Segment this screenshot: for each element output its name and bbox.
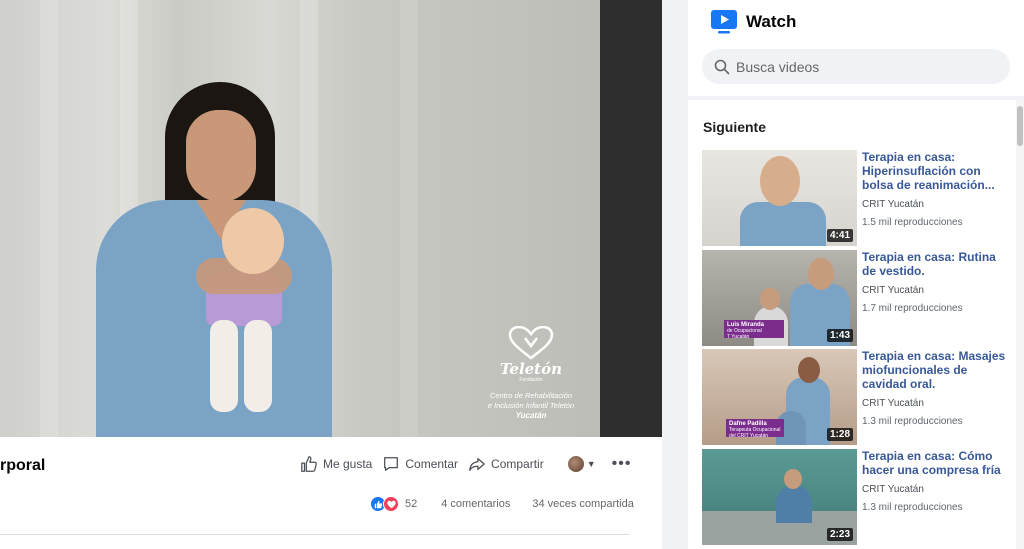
video-thumbnail[interactable]: 4:41 [702,150,857,246]
presenter-face [186,110,256,202]
like-label: Me gusta [323,457,373,471]
heart-logo-icon [508,326,554,360]
comment-icon [384,457,399,471]
video-thumbnail[interactable]: 2:23 [702,449,857,545]
thumb-figure-head [760,156,800,206]
logo-sub: Fundación [519,377,543,383]
more-options-icon[interactable]: ••• [612,455,632,473]
share-label: Compartir [491,457,544,471]
video-title-link[interactable]: Terapia en casa: Rutina de vestido. [862,250,1012,278]
video-views: 1.7 mil reproducciones [862,303,963,314]
sidebar-scrollbar[interactable] [1016,100,1024,549]
caption-org: T Yucatán [727,334,750,340]
thumb-figure-head [784,469,802,489]
video-info-bar: rporal Me gusta Comentar Compartir ▼ ••• [0,437,662,549]
video-letterbox [600,0,662,437]
video-duration: 1:43 [826,329,853,342]
up-next-video[interactable]: 4:41 Terapia en casa: Hiperinsuflación c… [702,150,1014,246]
search-videos-input[interactable] [736,58,996,75]
video-thumbnail[interactable]: Luis Miranda de Ocupacional T Yucatán 1:… [702,250,857,346]
up-next-panel: Siguiente 4:41 Terapia en casa: Hiperins… [688,100,1024,549]
curtain-fold [40,0,58,437]
watch-sidebar: Watch Siguiente 4:41 Terapia en casa: Hi… [662,0,1024,549]
video-meta: Terapia en casa: Cómo hacer una compresa… [862,449,1012,545]
video-duration: 1:28 [826,428,853,441]
search-icon [714,59,730,74]
up-next-video[interactable]: 2:23 Terapia en casa: Cómo hacer una com… [702,449,1014,545]
shares-count-link[interactable]: 34 veces compartida [532,498,634,510]
watch-icon [711,10,737,34]
teleton-logo: Teletón Fundación Centro de Rehabilitaci… [476,326,586,421]
thumb-figure [740,202,826,246]
share-icon [469,457,485,471]
caret-down-icon: ▼ [586,459,596,469]
video-duration: 4:41 [826,229,853,242]
thumb-figure-head [808,258,834,290]
video-title-link[interactable]: Terapia en casa: Hiperinsuflación con bo… [862,150,1012,192]
love-reaction-icon [383,496,399,512]
video-views: 1.5 mil reproducciones [862,217,963,228]
video-thumbnail[interactable]: Dafne Padilla Terapeuta Ocupacional del … [702,349,857,445]
caption-org: del CRIT Yucatán [729,433,769,439]
reaction-count: 52 [405,498,418,510]
video-channel[interactable]: CRIT Yucatán [862,199,1012,210]
comments-count-link[interactable]: 4 comentarios [441,498,510,510]
up-next-video[interactable]: Dafne Padilla Terapeuta Ocupacional del … [702,349,1014,445]
video-title-link[interactable]: Terapia en casa: Cómo hacer una compresa… [862,449,1012,477]
video-title-link[interactable]: Terapia en casa: Masajes miofuncionales … [862,349,1012,391]
curtain-fold [400,0,418,437]
comment-button[interactable]: Comentar [382,453,458,475]
up-next-heading: Siguiente [703,119,767,135]
video-title: rporal [0,457,46,474]
share-button[interactable]: Compartir [468,453,544,475]
video-channel[interactable]: CRIT Yucatán [862,398,1012,409]
thumbs-up-icon [301,456,317,472]
video-views: 1.3 mil reproducciones [862,502,963,513]
video-meta: Terapia en casa: Hiperinsuflación con bo… [862,150,1012,246]
comment-label: Comentar [405,457,459,471]
watch-header: Watch [688,0,1024,96]
thumb-figure-head [760,288,780,310]
profile-selector[interactable]: ▼ [567,456,596,472]
logo-line1: Centro de Rehabilitación [489,391,573,400]
video-player[interactable]: Teletón Fundación Centro de Rehabilitaci… [0,0,662,437]
logo-city: Yucatán [515,411,547,420]
logo-name: Teletón [499,360,563,378]
video-duration: 2:23 [826,528,853,541]
video-frame[interactable]: Teletón Fundación Centro de Rehabilitaci… [0,0,600,437]
doll-leg [244,320,272,412]
engagement-stats: 52 4 comentarios 34 veces compartida [370,496,634,512]
thumb-figure-head [798,357,820,383]
up-next-video[interactable]: Luis Miranda de Ocupacional T Yucatán 1:… [702,250,1014,346]
reactions-summary[interactable]: 52 [370,496,417,512]
doll-head [222,208,284,274]
divider [0,534,630,535]
video-meta: Terapia en casa: Rutina de vestido. CRIT… [862,250,1012,346]
caption-lower-third: Luis Miranda de Ocupacional T Yucatán [724,320,784,340]
video-channel[interactable]: CRIT Yucatán [862,484,1012,495]
action-bar: Me gusta Comentar Compartir ▼ ••• [300,453,631,475]
logo-line2: e Inclusión Infantil Teletón [487,401,575,410]
scrollbar-thumb[interactable] [1017,106,1023,146]
search-box[interactable] [702,49,1010,84]
watch-title: Watch [746,12,797,31]
like-button[interactable]: Me gusta [300,453,372,475]
caption-lower-third: Dafne Padilla Terapeuta Ocupacional del … [726,419,784,439]
avatar [567,456,584,472]
video-views: 1.3 mil reproducciones [862,416,963,427]
doll-leg [210,320,238,412]
video-meta: Terapia en casa: Masajes miofuncionales … [862,349,1012,445]
thumb-figure [776,485,812,523]
video-channel[interactable]: CRIT Yucatán [862,285,1012,296]
